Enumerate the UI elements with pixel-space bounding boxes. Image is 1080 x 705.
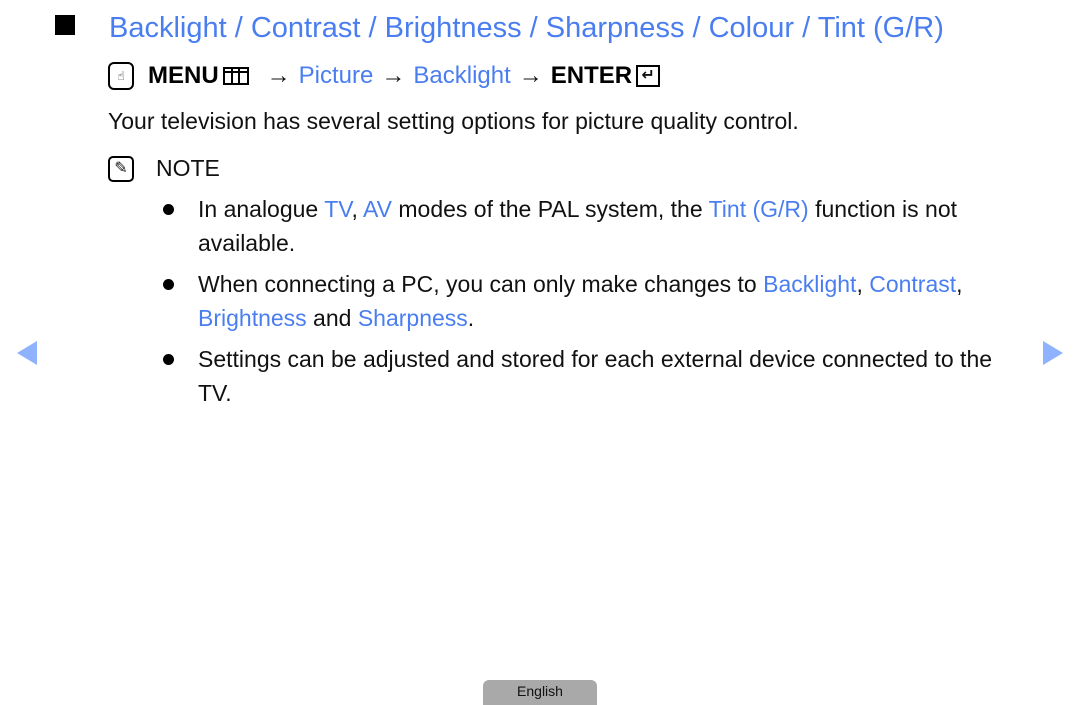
text: and [306,305,358,331]
language-tab[interactable]: English [483,680,597,705]
av-highlight: AV [363,196,392,222]
enter-icon: ↵ [636,65,661,87]
note-list: In analogue TV, AV modes of the PAL syst… [160,192,1020,417]
backlight-link[interactable]: Backlight [413,62,510,90]
picture-link[interactable]: Picture [299,62,374,90]
page-title: Backlight / Contrast / Brightness / Shar… [55,12,944,45]
brightness-highlight: Brightness [198,305,307,331]
section-square-icon [55,15,75,35]
list-item: In analogue TV, AV modes of the PAL syst… [160,192,1020,260]
tint-highlight: Tint (G/R) [708,196,809,222]
arrow-1: → [266,62,291,89]
text: Settings can be adjusted and stored for … [198,346,993,406]
text: When connecting a PC, you can only make … [198,271,764,297]
previous-page-arrow-icon[interactable] [17,341,37,365]
contrast-highlight: Contrast [869,271,957,297]
text: modes of the PAL system, the [391,196,709,222]
list-item: When connecting a PC, you can only make … [160,267,1020,335]
menu-path: ☝ MENU → Picture → Backlight → ENTER ↵ [108,62,661,90]
text: , [956,271,963,297]
text: . [467,305,475,331]
menu-label: MENU [148,62,219,89]
text: , [856,271,870,297]
bullet-icon [163,204,174,215]
enter-label: ENTER [550,62,633,89]
text: In analogue [198,196,325,222]
intro-text: Your television has several setting opti… [108,108,799,134]
backlight-highlight: Backlight [763,271,857,297]
note-heading: ✎ NOTE [108,155,220,182]
note-pencil-icon: ✎ [108,155,134,182]
remote-hand-icon: ☝ [108,62,134,90]
text: , [351,196,363,222]
note-label: NOTE [156,155,220,181]
list-item: Settings can be adjusted and stored for … [160,342,1020,410]
arrow-3: → [518,62,543,89]
next-page-arrow-icon[interactable] [1043,341,1063,365]
bullet-icon [163,279,174,290]
sharpness-highlight: Sharpness [357,305,468,331]
bullet-icon [163,354,174,365]
menu-icon [222,67,249,85]
title-text: Backlight / Contrast / Brightness / Shar… [109,12,944,44]
arrow-2: → [381,62,406,89]
tv-highlight: TV [324,196,352,222]
